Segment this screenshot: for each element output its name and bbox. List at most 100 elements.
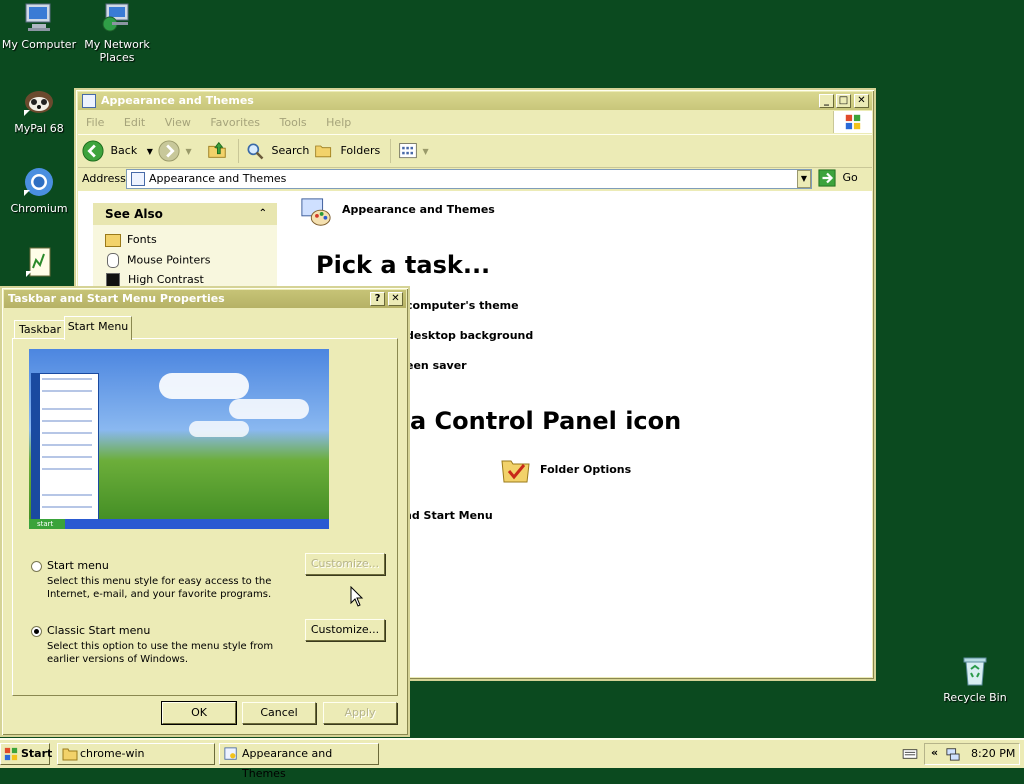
menu-favorites[interactable]: Favorites — [210, 116, 260, 129]
chevron-down-icon[interactable]: ▼ — [147, 147, 153, 156]
preview-start-menu — [31, 373, 99, 521]
network-tray-icon[interactable] — [945, 747, 961, 761]
mouse-icon — [107, 253, 119, 268]
maximize-button[interactable]: □ — [836, 94, 851, 108]
back-button[interactable]: Back ▼ — [82, 139, 153, 163]
toolbar: Back ▼ ▼ Search Folders ▼ — [78, 134, 872, 168]
start-menu-option-desc: Select this menu style for easy access t… — [47, 576, 272, 600]
see-also-title: See Also — [105, 207, 163, 221]
preview-start-label: start — [37, 520, 54, 528]
tab-start-menu[interactable]: Start Menu — [64, 316, 132, 340]
start-menu-option-label[interactable]: Start menu — [47, 559, 109, 572]
see-also-label: Fonts — [127, 233, 157, 246]
chevron-down-icon[interactable]: ▼ — [186, 147, 192, 156]
apply-button[interactable]: Apply — [323, 702, 397, 724]
pick-icon-heading: a Control Panel icon — [410, 407, 682, 435]
desktop-icon-label: My Computer — [1, 38, 77, 51]
see-also-item-high-contrast[interactable]: High Contrast — [105, 273, 204, 287]
desktop-icon-mypal[interactable]: MyPal 68 — [1, 86, 77, 135]
desktop-icon-label: Recycle Bin — [943, 691, 1007, 704]
classic-start-menu-option-label[interactable]: Classic Start menu — [47, 624, 150, 637]
address-input[interactable]: Appearance and Themes ▼ — [126, 169, 812, 189]
menu-edit[interactable]: Edit — [124, 116, 145, 129]
collapse-icon[interactable]: ⌃ — [259, 203, 267, 225]
minimize-button[interactable]: _ — [819, 94, 834, 108]
ok-button[interactable]: OK — [161, 701, 237, 725]
taskbar-properties-dialog[interactable]: Taskbar and Start Menu Properties ? ✕ Ta… — [0, 286, 410, 737]
see-also-label: High Contrast — [128, 273, 204, 286]
address-label: Address — [82, 172, 126, 185]
start-button[interactable]: Start — [0, 743, 52, 765]
task-link-background[interactable]: desktop background — [406, 329, 533, 342]
taskbar-button-chrome-win[interactable]: chrome-win — [57, 743, 215, 765]
desktop-icon-shortcut[interactable] — [1, 246, 77, 282]
cp-icon-folder-options[interactable]: Folder Options — [500, 455, 631, 485]
chevron-down-icon[interactable]: ▼ — [797, 170, 811, 188]
chromium-icon — [24, 168, 53, 196]
search-button[interactable]: Search — [238, 139, 309, 163]
menu-help[interactable]: Help — [326, 116, 351, 129]
preview-taskbar: start — [29, 519, 329, 529]
desktop-icon-recycle-bin[interactable]: Recycle Bin — [937, 655, 1013, 704]
start-menu-preview: start — [29, 349, 329, 529]
desktop-icon-label: MyPal 68 — [14, 122, 64, 135]
preview-cloud — [189, 421, 249, 437]
taskbar-button-appearance-and-themes[interactable]: Appearance and Themes — [219, 743, 379, 780]
folders-icon — [315, 145, 332, 158]
preview-cloud — [229, 399, 309, 419]
desktop-icon-my-computer[interactable]: My Computer — [1, 2, 77, 51]
menu-view[interactable]: View — [165, 116, 191, 129]
network-icon — [102, 3, 129, 32]
cp-icon-taskbar-start-menu[interactable]: nd Start Menu — [404, 509, 493, 522]
see-also-item-fonts[interactable]: Fonts — [105, 233, 157, 247]
search-label: Search — [271, 144, 310, 157]
control-panel-icon — [224, 747, 237, 760]
mypal-icon — [24, 91, 53, 116]
task-link-screensaver[interactable]: een saver — [406, 359, 467, 372]
desktop-icon-my-network-places[interactable]: My Network Places — [79, 2, 155, 64]
close-button[interactable]: ✕ — [854, 94, 869, 108]
views-button[interactable]: ▼ — [390, 139, 429, 163]
dialog-titlebar[interactable]: Taskbar and Start Menu Properties ? ✕ — [4, 290, 406, 308]
see-also-header[interactable]: See Also ⌃ — [93, 203, 277, 225]
start-menu-customize-button[interactable]: Customize... — [305, 553, 385, 575]
control-panel-icon — [82, 94, 96, 108]
computer-icon — [25, 3, 51, 31]
taskbar-button-label: chrome-win — [80, 747, 145, 760]
keyboard-icon[interactable] — [902, 748, 918, 760]
start-menu-radio[interactable] — [31, 561, 42, 572]
go-button[interactable]: Go — [818, 169, 858, 189]
up-folder-button[interactable] — [206, 139, 228, 164]
windows-logo-icon — [4, 747, 18, 761]
see-also-panel: See Also ⌃ Fonts Mouse Pointers High Con… — [93, 203, 277, 293]
clock[interactable]: 8:20 PM — [971, 747, 1015, 760]
tab-taskbar[interactable]: Taskbar — [14, 320, 66, 339]
document-chart-icon — [26, 247, 51, 277]
menu-tools[interactable]: Tools — [280, 116, 307, 129]
classic-start-menu-option-desc: Select this option to use the menu style… — [47, 641, 274, 665]
desktop-icon-chromium[interactable]: Chromium — [1, 166, 77, 215]
fonts-folder-icon — [105, 233, 121, 247]
back-arrow-icon — [82, 140, 104, 162]
appearance-palette-icon — [301, 198, 331, 226]
menu-file[interactable]: File — [86, 116, 104, 129]
system-tray: « 8:20 PM — [924, 743, 1020, 765]
folders-button[interactable]: Folders — [314, 139, 380, 163]
forward-button[interactable]: ▼ — [158, 139, 192, 163]
recycle-bin-icon — [963, 657, 987, 686]
see-also-item-mouse-pointers[interactable]: Mouse Pointers — [105, 253, 211, 268]
chevron-down-icon[interactable]: ▼ — [423, 147, 429, 156]
folder-icon — [62, 748, 78, 761]
classic-start-menu-radio[interactable] — [31, 626, 42, 637]
cancel-button[interactable]: Cancel — [242, 702, 316, 724]
address-value: Appearance and Themes — [149, 172, 287, 185]
task-link-theme[interactable]: computer's theme — [406, 299, 519, 312]
forward-arrow-icon — [158, 140, 180, 162]
close-button[interactable]: ✕ — [388, 292, 403, 306]
explorer-titlebar[interactable]: Appearance and Themes _ □ ✕ — [78, 92, 872, 110]
go-label: Go — [842, 171, 858, 184]
tray-chevron-icon[interactable]: « — [931, 746, 938, 759]
help-button[interactable]: ? — [370, 292, 385, 306]
classic-customize-button[interactable]: Customize... — [305, 619, 385, 641]
menu-bar: File Edit View Favorites Tools Help — [86, 115, 367, 131]
